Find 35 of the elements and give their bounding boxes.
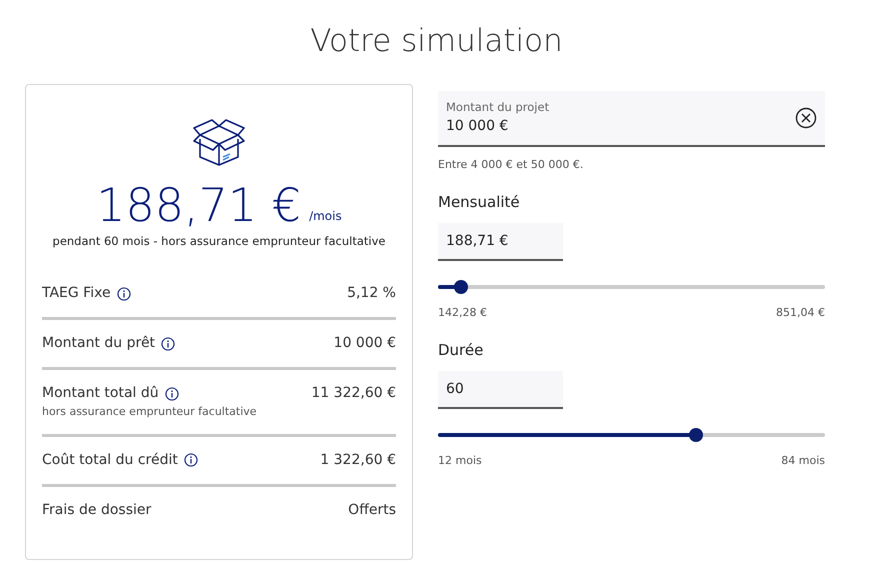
row-value: 5,12 % [347,284,396,304]
slider-thumb[interactable] [454,280,468,294]
project-amount-field[interactable]: Montant du projet 10 000 € [438,91,825,147]
page-title: Votre simulation [309,22,564,61]
slider-label: Mensualité [438,192,521,212]
row-subtitle: hors assurance emprunteur facultative [42,404,257,420]
value-field[interactable]: 188,71 € [438,223,563,261]
field-value: 10 000 € [446,117,510,136]
info-icon[interactable] [184,453,198,468]
monthly-amount: 188,71 € [96,179,302,231]
slider-label: Durée [438,340,484,360]
info-icon[interactable] [164,386,179,401]
row-value: 1 322,60 € [320,450,396,470]
row-label: Montant total dû [42,384,159,404]
info-icon[interactable] [116,286,131,301]
slider-max: 851,04 € [776,305,825,321]
row-value: Offerts [348,500,396,520]
slider-thumb[interactable] [689,428,704,442]
duration-note: pendant 60 mois - hors assurance emprunteur facultative [52,233,386,250]
per-month-unit: /mois [309,208,342,225]
value-field[interactable]: 60 [438,371,563,409]
row-label: Coût total du crédit [42,450,178,470]
row-label: TAEG Fixe [42,284,111,304]
info-icon[interactable] [161,336,176,351]
clear-icon[interactable] [795,107,817,129]
slider-min: 12 mois [438,453,482,469]
slider-min: 142,28 € [438,305,487,321]
row-label: Frais de dossier [42,500,152,520]
field-label: Montant du projet [446,98,550,116]
range-hint: Entre 4 000 € et 50 000 €. [438,157,584,173]
open-box-icon [192,117,246,167]
row-value: 10 000 € [334,334,396,354]
row-value: 11 322,60 € [311,384,396,404]
slider-max: 84 mois [781,453,825,469]
row-label: Montant du prêt [42,334,156,354]
